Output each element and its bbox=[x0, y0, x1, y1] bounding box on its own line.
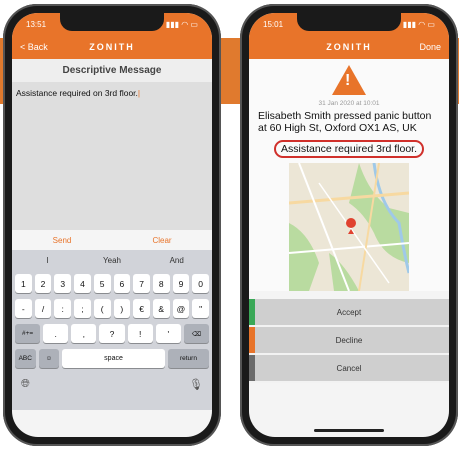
key[interactable]: 0 bbox=[192, 274, 210, 293]
accept-label: Accept bbox=[336, 307, 362, 317]
phone-left: 13:51 ▮▮▮ ◠ ▭ < Back ZONITH Descriptive … bbox=[3, 4, 221, 446]
return-key[interactable]: return bbox=[167, 349, 210, 368]
clear-button[interactable]: Clear bbox=[112, 236, 212, 245]
brand-logo: ZONITH bbox=[89, 42, 135, 52]
send-row: Send Clear bbox=[12, 230, 212, 250]
decline-label: Decline bbox=[335, 335, 363, 345]
key[interactable]: / bbox=[34, 299, 52, 318]
key[interactable]: 7 bbox=[133, 274, 150, 293]
key-row-bottom: ABC ☺ space return bbox=[15, 349, 210, 368]
key[interactable]: ! bbox=[127, 324, 153, 343]
cancel-button[interactable]: Cancel bbox=[249, 355, 449, 384]
highlight-message: Assistance required 3rd floor. bbox=[274, 140, 424, 159]
nav-bar: ZONITH Done bbox=[249, 35, 449, 59]
page-title: Descriptive Message bbox=[12, 59, 212, 82]
screen-right: 15:01 ▮▮▮ ◠ ▭ ZONITH Done ! 31 Jan 2020 … bbox=[249, 13, 449, 437]
notch bbox=[60, 13, 164, 31]
status-time: 13:51 bbox=[26, 19, 47, 29]
action-list: Accept Decline Cancel bbox=[249, 299, 449, 384]
status-time: 15:01 bbox=[263, 19, 284, 29]
key[interactable]: - bbox=[14, 299, 32, 318]
nav-bar: < Back ZONITH bbox=[12, 35, 212, 59]
key[interactable]: 5 bbox=[93, 274, 111, 293]
alert-text: Elisabeth Smith pressed panic button at … bbox=[258, 110, 432, 135]
keyboard: I Yeah And 1 2 3 4 5 6 7 8 9 0 - / : ; (… bbox=[12, 250, 212, 410]
suggestion-item[interactable]: Yeah bbox=[80, 256, 145, 265]
warning-icon: ! bbox=[332, 65, 366, 95]
decline-button[interactable]: Decline bbox=[249, 327, 449, 356]
screen-left: 13:51 ▮▮▮ ◠ ▭ < Back ZONITH Descriptive … bbox=[12, 13, 212, 437]
send-button[interactable]: Send bbox=[12, 236, 112, 245]
key-row-symbols: - / : ; ( ) € & @ " bbox=[14, 299, 210, 318]
decline-indicator bbox=[249, 327, 255, 354]
key[interactable]: 6 bbox=[113, 274, 131, 293]
keyboard-footer: 🌐︎ 🎙︎ bbox=[15, 368, 209, 391]
alert-body: ! 31 Jan 2020 at 10:01 Elisabeth Smith p… bbox=[249, 59, 449, 292]
back-button[interactable]: < Back bbox=[20, 42, 50, 52]
key[interactable]: € bbox=[133, 299, 150, 318]
accept-button[interactable]: Accept bbox=[249, 299, 449, 328]
brand-logo: ZONITH bbox=[326, 42, 372, 52]
key[interactable]: 4 bbox=[74, 274, 91, 293]
key[interactable]: , bbox=[71, 324, 97, 343]
key-row-punctuation: #+= . , ? ! ' ⌫ bbox=[15, 324, 209, 343]
globe-icon[interactable]: 🌐︎ bbox=[21, 378, 30, 391]
backspace-key[interactable]: ⌫ bbox=[183, 324, 209, 343]
notch bbox=[297, 13, 401, 31]
key[interactable]: : bbox=[54, 299, 72, 318]
key[interactable]: ( bbox=[93, 299, 111, 318]
suggestion-item[interactable]: And bbox=[144, 256, 209, 265]
key[interactable]: 1 bbox=[14, 274, 32, 293]
accept-indicator bbox=[249, 299, 255, 326]
symbols-toggle-key[interactable]: #+= bbox=[15, 324, 41, 343]
map-graphic bbox=[289, 163, 409, 292]
key[interactable]: ; bbox=[74, 299, 91, 318]
key[interactable]: ' bbox=[155, 324, 181, 343]
alert-timestamp: 31 Jan 2020 at 10:01 bbox=[318, 100, 380, 107]
key[interactable]: . bbox=[43, 324, 69, 343]
key[interactable]: 9 bbox=[172, 274, 190, 293]
message-textarea[interactable]: Assistance required on 3rd floor.| bbox=[12, 82, 212, 230]
suggestion-item[interactable]: I bbox=[15, 256, 80, 265]
key-row-numbers: 1 2 3 4 5 6 7 8 9 0 bbox=[14, 274, 210, 293]
suggestion-bar: I Yeah And bbox=[15, 252, 209, 268]
key[interactable]: & bbox=[152, 299, 170, 318]
cancel-indicator bbox=[249, 355, 255, 382]
key[interactable]: 3 bbox=[54, 274, 72, 293]
home-indicator bbox=[314, 429, 384, 432]
abc-key[interactable]: ABC bbox=[15, 349, 36, 368]
key[interactable]: 2 bbox=[34, 274, 52, 293]
key[interactable]: ? bbox=[99, 324, 125, 343]
status-icons: ▮▮▮ ◠ ▭ bbox=[402, 19, 435, 29]
key[interactable]: 8 bbox=[152, 274, 170, 293]
space-key[interactable]: space bbox=[62, 349, 165, 368]
emoji-key[interactable]: ☺ bbox=[38, 349, 60, 368]
status-icons: ▮▮▮ ◠ ▭ bbox=[165, 19, 198, 29]
microphone-icon[interactable]: 🎙︎ bbox=[189, 378, 203, 391]
key[interactable]: " bbox=[192, 299, 210, 318]
phone-right: 15:01 ▮▮▮ ◠ ▭ ZONITH Done ! 31 Jan 2020 … bbox=[240, 4, 458, 446]
key[interactable]: @ bbox=[172, 299, 190, 318]
cancel-label: Cancel bbox=[336, 363, 362, 373]
done-button[interactable]: Done bbox=[411, 42, 441, 52]
location-map[interactable] bbox=[289, 163, 409, 292]
message-text: Assistance required on 3rd floor. bbox=[16, 88, 138, 98]
key[interactable]: ) bbox=[113, 299, 131, 318]
